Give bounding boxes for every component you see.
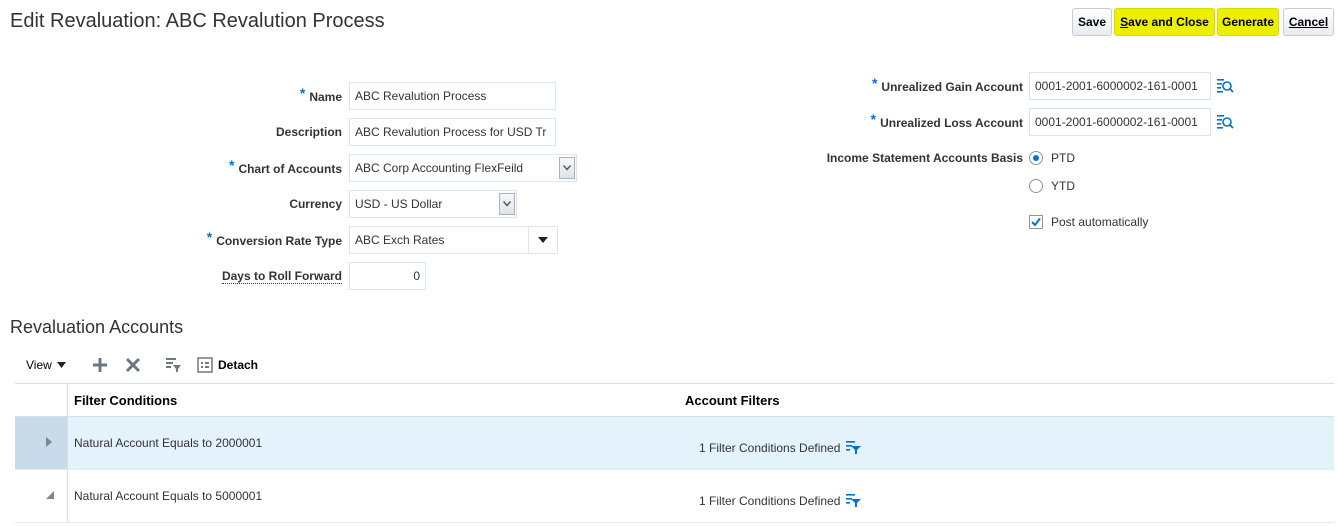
column-header-account-filters[interactable]: Account Filters [685,393,780,408]
expand-row-icon[interactable] [46,437,52,447]
days-to-roll-forward-label-text: Days to Roll Forward [221,269,342,284]
ytd-radio-label: YTD [1051,179,1075,193]
required-marker: * [228,157,235,173]
row-header-gutter [15,384,68,416]
view-menu-label: View [26,358,52,372]
query-by-example-icon[interactable] [165,357,182,373]
row-gutter [15,470,68,522]
post-automatically-checkbox[interactable] [1029,215,1043,229]
name-input[interactable]: ABC Revalution Process [349,82,556,110]
detach-icon [197,357,213,373]
conversion-rate-type-select[interactable]: ABC Exch Rates [349,226,558,254]
chevron-down-icon[interactable] [499,193,515,215]
conversion-rate-type-label-text: Conversion Rate Type [216,234,342,248]
save-button[interactable]: Save [1072,8,1112,36]
unrealized-gain-account-label: * Unrealized Gain Account [871,75,1023,94]
ptd-radio[interactable] [1029,151,1043,165]
days-to-roll-forward-input[interactable]: 0 [349,262,426,290]
conversion-rate-type-value: ABC Exch Rates [355,233,445,247]
account-filters-text: 1 Filter Conditions Defined [699,440,841,455]
page-title: Edit Revaluation: ABC Revalution Process [10,10,385,32]
delete-icon[interactable] [125,357,141,373]
caret-down-icon [56,362,66,368]
cancel-mnemonic: C [1288,15,1298,29]
required-marker: * [299,85,306,101]
required-marker: * [870,111,877,127]
section-title: Revaluation Accounts [10,317,184,337]
currency-value: USD - US Dollar [355,197,443,211]
description-label: Description [275,125,342,139]
detach-button[interactable]: Detach [197,357,258,373]
name-label-text: Name [309,90,342,104]
table-header: Filter Conditions Account Filters [15,383,1334,417]
account-search-icon[interactable] [1216,77,1234,95]
filter-icon[interactable] [846,493,862,508]
chevron-down-icon[interactable] [559,157,575,179]
unrealized-gain-account-input[interactable]: 0001-2001-6000002-161-0001 [1029,72,1211,100]
detach-label: Detach [218,358,259,372]
account-filters-cell: 1 Filter Conditions Defined [699,440,862,455]
table-row[interactable]: Natural Account Equals to 5000001 1 Filt… [15,470,1334,523]
save-and-close-label: ave and Close [1128,15,1209,29]
view-menu[interactable]: View [26,358,66,372]
generate-button-label: Generate [1221,15,1275,29]
table-row[interactable]: Natural Account Equals to 2000001 1 Filt… [15,417,1334,470]
account-filters-text: 1 Filter Conditions Defined [699,493,841,508]
ytd-radio[interactable] [1029,179,1043,193]
name-label: * Name [299,85,342,104]
cancel-button[interactable]: Cancel [1283,8,1334,36]
currency-select[interactable]: USD - US Dollar [349,190,517,218]
add-icon[interactable] [92,357,108,373]
required-marker: * [871,75,878,91]
ptd-radio-label: PTD [1051,151,1075,165]
income-statement-basis-label: Income Statement Accounts Basis [826,151,1023,165]
chart-of-accounts-label: * Chart of Accounts [228,157,342,176]
conversion-rate-type-label: * Conversion Rate Type [206,229,342,248]
save-button-label: Save [1077,15,1107,29]
unrealized-loss-account-label-text: Unrealized Loss Account [880,116,1023,130]
collapse-row-icon[interactable] [45,491,54,499]
unrealized-loss-account-label: * Unrealized Loss Account [870,111,1023,130]
chart-of-accounts-value: ABC Corp Accounting FlexFeild [355,161,524,175]
unrealized-gain-account-label-text: Unrealized Gain Account [881,80,1023,94]
post-automatically-label: Post automatically [1051,215,1149,229]
account-search-icon[interactable] [1216,113,1234,131]
required-marker: * [206,229,213,245]
checkmark-icon [1031,217,1041,227]
account-filters-cell: 1 Filter Conditions Defined [699,493,862,508]
description-input[interactable]: ABC Revalution Process for USD Tr [349,118,556,146]
chart-of-accounts-label-text: Chart of Accounts [238,162,342,176]
cancel-label: ancel [1297,15,1329,29]
unrealized-loss-account-input[interactable]: 0001-2001-6000002-161-0001 [1029,108,1211,136]
caret-down-icon[interactable] [528,227,557,253]
filter-condition-cell: Natural Account Equals to 5000001 [74,489,263,503]
save-and-close-mnemonic: S [1120,15,1129,29]
days-to-roll-forward-label: Days to Roll Forward [221,269,342,284]
column-header-filter-conditions[interactable]: Filter Conditions [74,393,177,408]
filter-condition-cell: Natural Account Equals to 2000001 [74,436,263,450]
filter-icon[interactable] [846,440,862,455]
row-gutter [15,417,68,469]
save-and-close-button[interactable]: Save and Close [1114,8,1215,36]
currency-label: Currency [289,197,342,211]
generate-button[interactable]: Generate [1217,8,1279,36]
chart-of-accounts-select[interactable]: ABC Corp Accounting FlexFeild [349,154,577,182]
